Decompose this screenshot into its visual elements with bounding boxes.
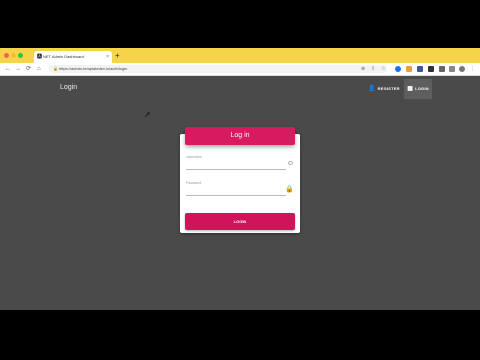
extension-icon-5[interactable] [439,66,445,72]
angular-icon: 🅰 [37,54,43,60]
login-card-header: Log in [185,127,295,145]
bookmark-star-icon[interactable]: ☆ [381,65,385,73]
tab-strip: 🅰 NET Admin Dashboard × + [0,48,480,63]
username-label: Username [186,155,203,159]
share-icon[interactable]: ⇪ [371,65,375,73]
extension-icon-4[interactable] [428,66,434,72]
username-underline [186,169,286,170]
lock-icon: 🔒 [285,186,294,193]
maximize-window-dot[interactable] [18,53,23,58]
lock-icon: 🔒 [53,66,58,71]
url-text[interactable]: https://admin-templatedev.io/auth/login [59,65,127,73]
browser-toolbar: ← → ⟳ ⌂ 🔒 https://admin-templatedev.io/a… [0,63,480,76]
login-nav-link[interactable]: ▦ Login [404,79,432,99]
puzzle-icon[interactable] [449,66,455,72]
extension-icon-1[interactable] [395,66,401,72]
extension-icon-2[interactable] [406,66,412,72]
forward-icon[interactable]: → [15,64,21,74]
navbar-brand[interactable]: Login [60,84,77,91]
face-icon: ☺ [286,160,294,167]
close-window-dot[interactable] [4,53,9,58]
extension-icon-3[interactable] [417,66,423,72]
person-add-icon: 👤 [368,86,376,92]
mouse-cursor-icon: ➚ [144,110,151,119]
password-field[interactable]: Password 🔒 [186,181,294,197]
browser-tab[interactable]: 🅰 NET Admin Dashboard × [34,51,112,63]
register-label: Register [377,86,400,91]
zoom-icon[interactable]: ⊕ [361,65,365,73]
password-underline [186,195,286,196]
address-bar[interactable]: 🔒 https://admin-templatedev.io/auth/logi… [49,65,387,73]
register-nav-link[interactable]: 👤 Register [368,82,400,96]
fingerprint-icon: ▦ [407,86,414,92]
profile-avatar[interactable] [459,66,465,72]
reload-icon[interactable]: ⟳ [26,64,31,74]
back-icon[interactable]: ← [5,64,11,74]
menu-kebab-icon[interactable]: ⋮ [470,65,475,73]
login-label: Login [415,86,429,91]
username-field[interactable]: Username ☺ [186,155,294,171]
tab-title: NET Admin Dashboard [43,54,84,59]
browser-window: 🅰 NET Admin Dashboard × + ← → ⟳ ⌂ 🔒 http… [0,48,480,310]
new-tab-button[interactable]: + [115,51,120,61]
app-navbar: Login 👤 Register ▦ Login [0,76,480,102]
login-button[interactable]: LOGIN [185,213,295,230]
minimize-window-dot[interactable] [11,53,16,58]
password-label: Password [186,181,202,185]
tab-close-icon[interactable]: × [106,51,109,63]
login-card: Log in Username ☺ Password 🔒 LOGIN [180,127,300,233]
home-icon[interactable]: ⌂ [37,64,41,74]
